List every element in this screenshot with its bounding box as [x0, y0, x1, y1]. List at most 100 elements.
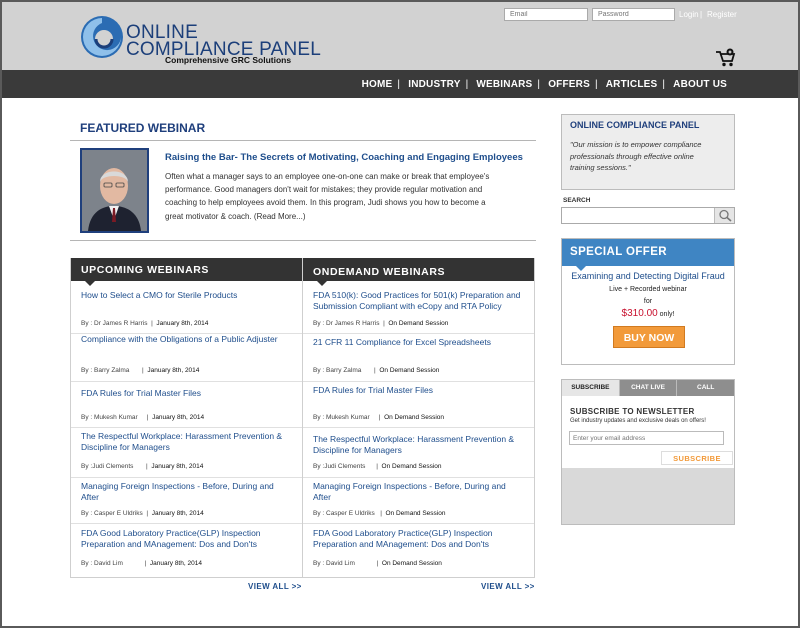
- webinar-author: By : David Lim: [81, 560, 123, 567]
- webinar-date: January 8th, 2014: [151, 463, 204, 470]
- tab-call[interactable]: CALL: [676, 380, 735, 396]
- subscribe-panel: SUBSCRIBE TO NEWSLETTER Get industry upd…: [562, 396, 734, 468]
- speaker-portrait-icon: [82, 150, 147, 231]
- list-item: Compliance with the Obligations of a Pub…: [71, 334, 302, 382]
- nav-separator: |: [662, 79, 666, 90]
- logo[interactable]: ONLINE COMPLIANCE PANEL Comprehensive GR…: [80, 12, 321, 68]
- password-field[interactable]: [592, 8, 675, 21]
- webinar-meta: By : Barry Zalma | On Demand Session: [313, 367, 440, 374]
- nav-about-us[interactable]: ABOUT US: [673, 79, 727, 90]
- webinar-date: On Demand Session: [385, 510, 446, 517]
- widget-tabs: SUBSCRIBE CHAT LIVE CALL: [562, 380, 735, 396]
- webinar-meta: By : Dr James R Harris | On Demand Sessi…: [313, 320, 449, 327]
- webinar-date: On Demand Session: [384, 414, 445, 421]
- list-item: Managing Foreign Inspections - Before, D…: [71, 478, 302, 524]
- list-item: The Respectful Workplace: Harassment Pre…: [71, 428, 302, 478]
- upcoming-webinars-header: UPCOMING WEBINARS: [71, 258, 302, 286]
- webinar-title-link[interactable]: FDA Rules for Trial Master Files: [81, 388, 291, 399]
- subscribe-button[interactable]: SUBSCRIBE: [661, 451, 733, 465]
- webinar-date: January 8th, 2014: [152, 414, 205, 421]
- webinar-title-link[interactable]: FDA 510(k): Good Practices for 501(k) Pr…: [313, 290, 523, 311]
- divider: [70, 140, 536, 141]
- tab-chat-live[interactable]: CHAT LIVE: [618, 380, 677, 396]
- offer-webinar-link[interactable]: Examining and Detecting Digital Fraud: [562, 271, 734, 281]
- webinar-author: By : Casper E Uldriks: [313, 510, 375, 517]
- webinar-date: On Demand Session: [381, 560, 442, 567]
- nav-industry[interactable]: INDUSTRY: [408, 79, 460, 90]
- webinar-date: January 8th, 2014: [149, 560, 202, 567]
- ondemand-webinars-header: ONDEMAND WEBINARS: [303, 258, 534, 286]
- webinar-date: On Demand Session: [388, 320, 449, 327]
- magnifier-icon: [719, 209, 732, 222]
- nav-webinars[interactable]: WEBINARS: [476, 79, 532, 90]
- search-button[interactable]: [714, 208, 734, 223]
- list-item: FDA Rules for Trial Master Files By : Mu…: [303, 382, 534, 428]
- ondemand-webinars-title: ONDEMAND WEBINARS: [313, 266, 446, 278]
- webinar-title-link[interactable]: The Respectful Workplace: Harassment Pre…: [81, 431, 291, 452]
- main-nav: HOME | INDUSTRY | WEBINARS | OFFERS | ARTICL…: [2, 70, 798, 98]
- webinar-author: By : Dr James R Harris: [81, 320, 148, 327]
- search-label: SEARCH: [563, 197, 591, 204]
- speaker-photo[interactable]: [80, 148, 149, 233]
- webinar-title-link[interactable]: Managing Foreign Inspections - Before, D…: [81, 481, 291, 502]
- buy-now-button[interactable]: BUY NOW: [613, 326, 685, 348]
- webinar-author: By : Casper E Uldriks: [81, 510, 143, 517]
- featured-headline-link[interactable]: Raising the Bar- The Secrets of Motivati…: [165, 152, 523, 163]
- list-item: FDA Good Laboratory Practice(GLP) Inspec…: [71, 524, 302, 576]
- newsletter-email-field[interactable]: [569, 431, 724, 445]
- nav-offers[interactable]: OFFERS: [548, 79, 590, 90]
- offer-only-label: only!: [659, 311, 675, 318]
- webinar-title-link[interactable]: Compliance with the Obligations of a Pub…: [81, 334, 291, 345]
- webinar-author: By : Dr James R Harris: [313, 320, 380, 327]
- special-offer-box: SPECIAL OFFER Examining and Detecting Di…: [561, 238, 735, 365]
- webinar-author: By : Barry Zalma: [313, 367, 362, 374]
- featured-webinar-title: FEATURED WEBINAR: [80, 121, 206, 135]
- mission-text: "Our mission is to empower compliance pr…: [570, 140, 702, 172]
- register-link[interactable]: Register: [707, 10, 737, 19]
- list-item: FDA 510(k): Good Practices for 501(k) Pr…: [303, 290, 534, 334]
- upcoming-view-all-link[interactable]: VIEW ALL >>: [248, 582, 302, 591]
- search-input[interactable]: [561, 207, 735, 224]
- nav-articles[interactable]: ARTICLES: [606, 79, 658, 90]
- nav-separator: |: [594, 79, 598, 90]
- featured-description: Often what a manager says to an employee…: [165, 172, 490, 221]
- webinar-title-link[interactable]: FDA Good Laboratory Practice(GLP) Inspec…: [81, 528, 291, 549]
- webinar-title-link[interactable]: How to Select a CMO for Sterile Products: [81, 290, 291, 301]
- nav-separator: |: [397, 79, 401, 90]
- webinar-author: By :Judi Clements: [81, 463, 134, 470]
- list-item: The Respectful Workplace: Harassment Pre…: [303, 428, 534, 478]
- webinar-date: On Demand Session: [379, 367, 440, 374]
- webinar-meta: By : Dr James R Harris | January 8th, 20…: [81, 320, 209, 327]
- nav-home[interactable]: HOME: [362, 79, 393, 90]
- subscribe-widget: SUBSCRIBE CHAT LIVE CALL SUBSCRIBE TO NE…: [561, 379, 735, 525]
- offer-format: Live + Recorded webinar: [609, 286, 687, 293]
- page-frame: ONLINE COMPLIANCE PANEL Comprehensive GR…: [0, 0, 800, 628]
- webinar-meta: By : Mukesh Kumar | On Demand Session: [313, 414, 445, 421]
- offer-price-line: $310.00 only!: [562, 308, 734, 319]
- email-field[interactable]: [504, 8, 588, 21]
- upcoming-webinars-panel: UPCOMING WEBINARS How to Select a CMO fo…: [70, 258, 303, 578]
- webinar-title-link[interactable]: 21 CFR 11 Compliance for Excel Spreadshe…: [313, 337, 523, 348]
- divider: [70, 240, 536, 241]
- webinar-title-link[interactable]: FDA Good Laboratory Practice(GLP) Inspec…: [313, 528, 523, 549]
- webinar-date: January 8th, 2014: [147, 367, 200, 374]
- webinar-meta: By : David Lim | On Demand Session: [313, 560, 442, 567]
- header-notch: [317, 281, 327, 286]
- webinar-title-link[interactable]: Managing Foreign Inspections - Before, D…: [313, 481, 523, 502]
- webinar-date: January 8th, 2014: [156, 320, 209, 327]
- ondemand-view-all-link[interactable]: VIEW ALL >>: [481, 582, 535, 591]
- webinar-meta: By : Casper E Uldriks | January 8th, 201…: [81, 510, 204, 517]
- special-offer-header: SPECIAL OFFER: [562, 239, 734, 271]
- webinar-author: By : Barry Zalma: [81, 367, 130, 374]
- webinar-title-link[interactable]: FDA Rules for Trial Master Files: [313, 385, 523, 396]
- tab-subscribe[interactable]: SUBSCRIBE: [562, 380, 619, 396]
- webinar-meta: By :Judi Clements | January 8th, 2014: [81, 463, 204, 470]
- list-item: 21 CFR 11 Compliance for Excel Spreadshe…: [303, 334, 534, 382]
- upcoming-webinars-title: UPCOMING WEBINARS: [81, 264, 210, 276]
- list-item: Managing Foreign Inspections - Before, D…: [303, 478, 534, 524]
- webinar-title-link[interactable]: The Respectful Workplace: Harassment Pre…: [313, 434, 523, 455]
- list-item: How to Select a CMO for Sterile Products…: [71, 290, 302, 334]
- shopping-cart-icon[interactable]: [715, 48, 737, 68]
- login-link[interactable]: Login: [679, 10, 699, 19]
- webinar-author: By :Judi Clements: [313, 463, 366, 470]
